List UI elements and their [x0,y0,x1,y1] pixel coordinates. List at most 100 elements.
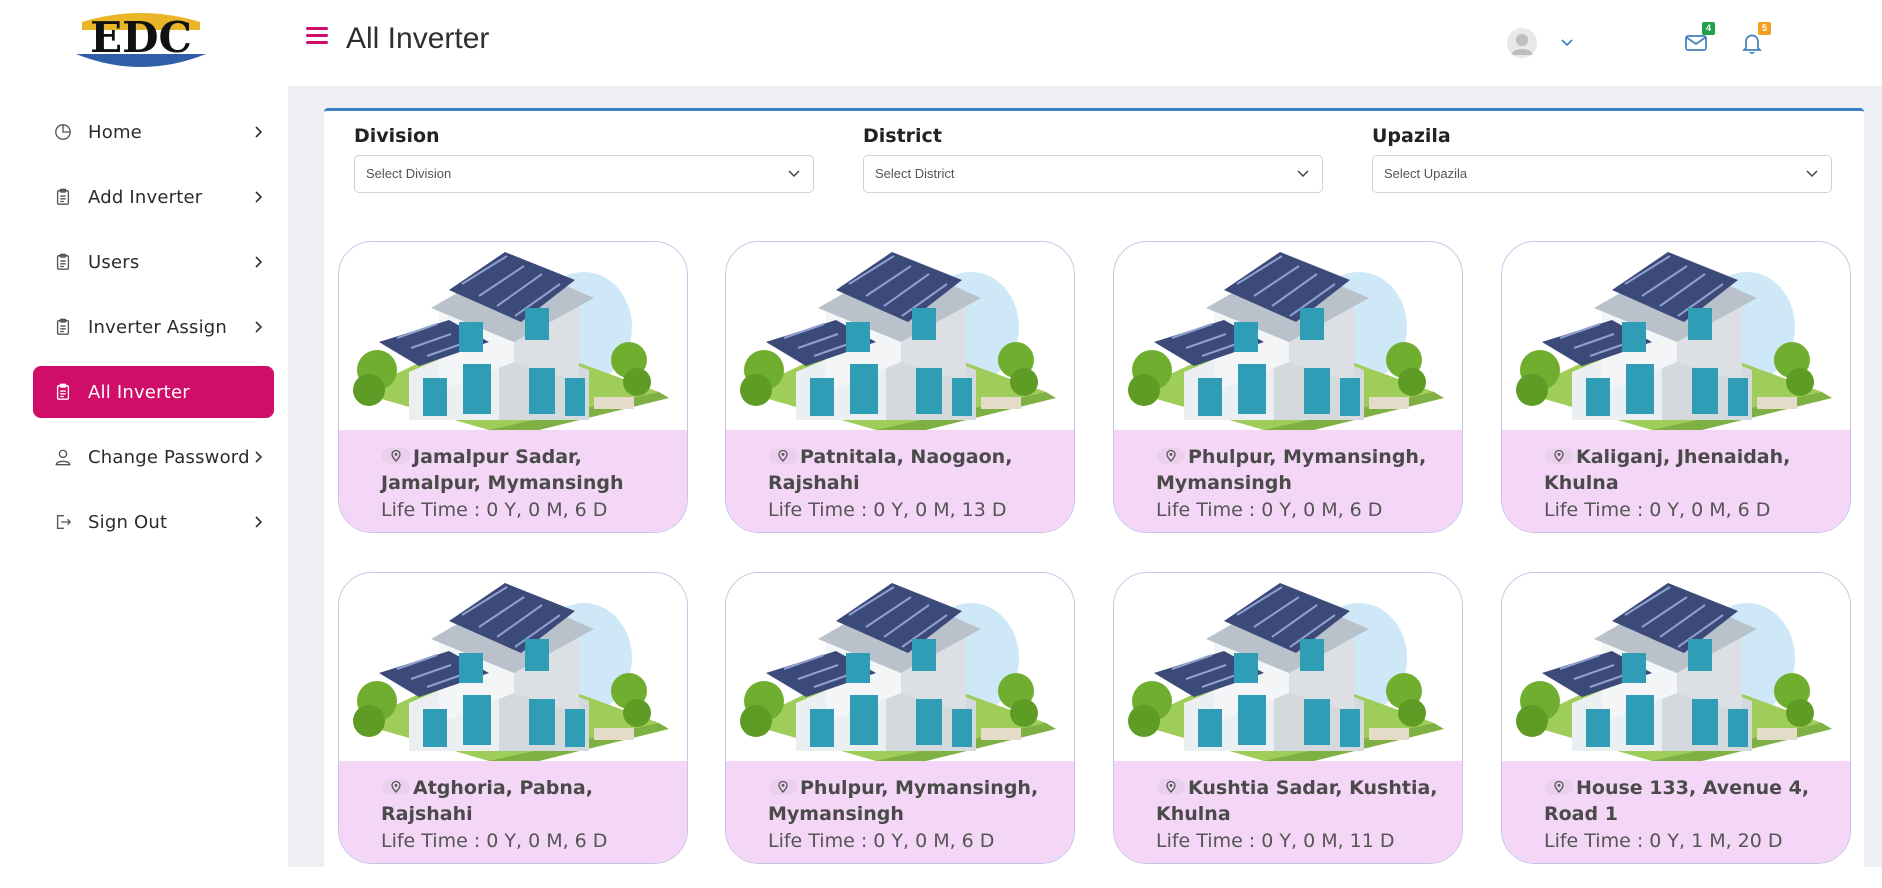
inverter-card[interactable]: Atghoria, Pabna, Rajshahi Life Time : 0 … [338,572,688,864]
inverter-lifetime: Life Time : 0 Y, 0 M, 6 D [768,830,995,852]
inverter-lifetime: Life Time : 0 Y, 0 M, 6 D [1156,499,1383,521]
location-pin-icon [1157,779,1185,795]
page-title: All Inverter [346,22,490,55]
inverter-card[interactable]: Kaliganj, Jhenaidah, Khulna Life Time : … [1501,241,1851,533]
inverter-card[interactable]: Jamalpur Sadar, Jamalpur, Mymansingh Lif… [338,241,688,533]
logo-text: EDC [90,13,192,62]
inverter-card[interactable]: Patnitala, Naogaon, Rajshahi Life Time :… [725,241,1075,533]
card-footer: Phulpur, Mymansingh, Mymansingh Life Tim… [1114,430,1462,532]
sidebar-item-all-inverter[interactable]: All Inverter [33,366,274,418]
sidebar-item-change-password[interactable]: Change Password [33,431,274,483]
clipboard-icon [53,317,73,337]
inverter-location-text: Phulpur, Mymansingh, Mymansingh [1156,446,1427,494]
location-pin-icon [1545,779,1573,795]
chevron-right-icon [255,256,263,268]
clipboard-icon [53,252,73,272]
user-icon [53,447,73,467]
location-pin-icon [769,779,797,795]
sidebar-item-label: Inverter Assign [88,316,228,338]
solar-house-image [1114,573,1462,761]
card-footer: Jamalpur Sadar, Jamalpur, Mymansingh Lif… [339,430,687,532]
chevron-down-icon [1806,170,1818,178]
division-select-value: Select Division [366,166,452,181]
top-header: All Inverter 4 5 [288,0,1882,86]
inverter-location-text: Phulpur, Mymansingh, Mymansingh [768,777,1039,825]
sidebar-item-inverter-assign[interactable]: Inverter Assign [33,301,274,353]
main-content: Division Select Division District Select… [288,86,1882,888]
chevron-right-icon [255,321,263,333]
solar-house-illustration [1516,583,1832,761]
chevron-right-icon [255,451,263,463]
division-select[interactable]: Select Division [354,155,814,193]
clipboard-icon [53,382,73,402]
inverter-location-text: Atghoria, Pabna, Rajshahi [381,777,593,825]
sidebar-item-users[interactable]: Users [33,236,274,288]
notification-count-badge: 5 [1758,22,1771,35]
mail-count-badge: 4 [1702,22,1715,35]
hamburger-menu-icon[interactable] [305,25,329,47]
inverter-lifetime: Life Time : 0 Y, 1 M, 20 D [1544,830,1783,852]
sidebar-item-label: All Inverter [88,381,190,403]
sidebar-item-label: Home [88,121,142,143]
district-select[interactable]: Select District [863,155,1323,193]
sidebar-item-home[interactable]: Home [33,106,274,158]
inverter-card[interactable]: Kushtia Sadar, Kushtia, Khulna Life Time… [1113,572,1463,864]
inverter-card[interactable]: Phulpur, Mymansingh, Mymansingh Life Tim… [1113,241,1463,533]
chevron-down-icon[interactable] [1560,36,1574,50]
inverter-location: Jamalpur Sadar, Jamalpur, Mymansingh [381,444,669,496]
chevron-right-icon [255,191,263,203]
inverter-lifetime: Life Time : 0 Y, 0 M, 13 D [768,499,1007,521]
solar-house-illustration [740,252,1056,430]
sidebar-item-label: Change Password [88,446,250,468]
sidebar-item-label: Add Inverter [88,186,203,208]
inverter-lifetime: Life Time : 0 Y, 0 M, 6 D [381,830,608,852]
sidebar-item-label: Sign Out [88,511,168,533]
chevron-right-icon [255,516,263,528]
upazila-filter: Upazila Select Upazila [1372,125,1832,193]
avatar-placeholder-icon [1507,28,1537,58]
card-footer: Atghoria, Pabna, Rajshahi Life Time : 0 … [339,761,687,863]
inverter-location: Kaliganj, Jhenaidah, Khulna [1544,444,1832,496]
solar-house-illustration [1128,252,1444,430]
solar-house-image [1114,242,1462,430]
inverter-lifetime: Life Time : 0 Y, 0 M, 6 D [1544,499,1771,521]
location-pin-icon [1545,448,1573,464]
sidebar-item-sign-out[interactable]: Sign Out [33,496,274,548]
mail-button[interactable]: 4 [1683,22,1715,56]
clipboard-icon [53,187,73,207]
sidebar: EDC Home Add Inverter Users Inverter Ass… [0,0,288,867]
solar-house-illustration [1516,252,1832,430]
inverter-location-text: Kaliganj, Jhenaidah, Khulna [1544,446,1791,494]
card-footer: Phulpur, Mymansingh, Mymansingh Life Tim… [726,761,1074,863]
location-pin-icon [382,448,410,464]
solar-house-illustration [353,583,669,761]
solar-house-illustration [353,252,669,430]
avatar[interactable] [1507,28,1537,58]
location-pin-icon [1157,448,1185,464]
inverter-location-text: Jamalpur Sadar, Jamalpur, Mymansingh [381,446,624,494]
solar-house-illustration [740,583,1056,761]
solar-house-image [726,242,1074,430]
inverter-location: Atghoria, Pabna, Rajshahi [381,775,669,827]
card-footer: Kaliganj, Jhenaidah, Khulna Life Time : … [1502,430,1850,532]
division-label: Division [354,125,440,147]
inverter-card[interactable]: Phulpur, Mymansingh, Mymansingh Life Tim… [725,572,1075,864]
sign-out-icon [53,512,73,532]
sidebar-item-add-inverter[interactable]: Add Inverter [33,171,274,223]
card-footer: Patnitala, Naogaon, Rajshahi Life Time :… [726,430,1074,532]
solar-house-image [1502,242,1850,430]
location-pin-icon [382,779,410,795]
edc-logo[interactable]: EDC [62,8,220,72]
inverter-card[interactable]: House 133, Avenue 4, Road 1 Life Time : … [1501,572,1851,864]
solar-house-image [339,573,687,761]
notification-button[interactable]: 5 [1739,22,1771,56]
solar-house-image [726,573,1074,761]
chevron-right-icon [255,126,263,138]
sidebar-item-label: Users [88,251,140,273]
upazila-select[interactable]: Select Upazila [1372,155,1832,193]
pie-chart-icon [53,122,73,142]
inverter-location-text: Patnitala, Naogaon, Rajshahi [768,446,1013,494]
solar-house-illustration [1128,583,1444,761]
district-filter: District Select District [863,125,1323,193]
sidebar-nav: Home Add Inverter Users Inverter Assign [33,106,274,561]
